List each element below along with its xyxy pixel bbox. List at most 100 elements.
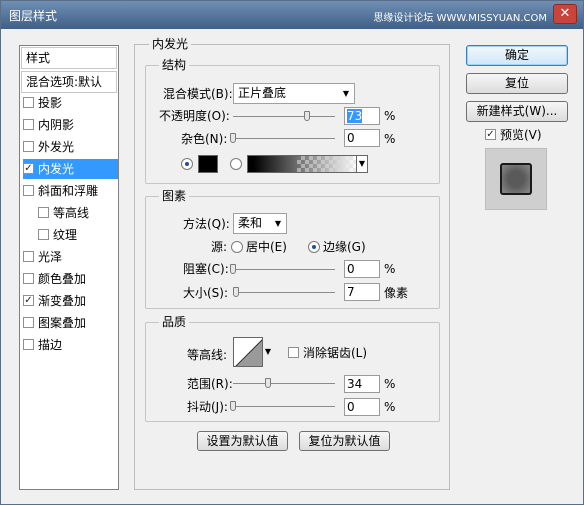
gradient-radio[interactable]	[230, 158, 242, 170]
structure-title: 结构	[159, 58, 190, 72]
style-item-checkbox[interactable]	[23, 141, 34, 152]
size-slider-track[interactable]	[233, 292, 335, 293]
reset-button[interactable]: 复位	[466, 73, 568, 94]
range-input[interactable]: 34	[344, 375, 380, 393]
style-item-4[interactable]: 斜面和浮雕	[23, 181, 118, 201]
anti-aliased-checkbox[interactable]	[288, 347, 299, 358]
style-item-checkbox[interactable]	[23, 97, 34, 108]
style-item-checkbox[interactable]	[23, 339, 34, 350]
glow-gradient-picker[interactable]	[247, 155, 357, 173]
opacity-input[interactable]: 73	[344, 107, 380, 125]
style-item-label: 描边	[38, 338, 63, 352]
jitter-slider-track[interactable]	[233, 406, 335, 407]
source-center-label[interactable]: 居中(E)	[246, 238, 287, 256]
style-list: 样式 混合选项:默认 投影内阴影外发光 ✓ 内发光斜面和浮雕等高线纹理光泽颜色叠加 ✓…	[19, 45, 119, 490]
size-label: 大小(S):	[183, 286, 229, 300]
layer-style-dialog: 图层样式 思缘设计论坛 WWW.MISSYUAN.COM ✕ 样式 混合选项:默…	[0, 0, 584, 505]
preview-checkbox[interactable]: ✓	[485, 129, 496, 140]
ok-button[interactable]: 确定	[466, 45, 568, 66]
style-item-8[interactable]: 颜色叠加	[23, 269, 118, 289]
noise-input[interactable]: 0	[344, 129, 380, 147]
style-item-label: 渐变叠加	[38, 294, 87, 308]
style-item-6[interactable]: 纹理	[38, 225, 118, 245]
chevron-down-icon: ▼	[264, 347, 272, 356]
style-item-label: 光泽	[38, 250, 63, 264]
style-item-label: 内发光	[38, 162, 75, 176]
blend-mode-label: 混合模式(B):	[163, 87, 233, 101]
range-slider-track[interactable]	[233, 383, 335, 384]
close-icon: ✕	[559, 6, 571, 21]
style-item-label: 内阴影	[38, 118, 75, 132]
contour-picker[interactable]	[233, 337, 263, 367]
glow-color-swatch[interactable]	[198, 155, 218, 173]
style-item-checkbox[interactable]: ✓	[23, 163, 34, 174]
blend-mode-value: 正片叠底	[238, 86, 287, 100]
make-default-button[interactable]: 设置为默认值	[197, 431, 288, 451]
choke-slider-track[interactable]	[233, 269, 335, 270]
style-item-9[interactable]: ✓ 渐变叠加	[23, 291, 118, 311]
color-radio[interactable]	[181, 158, 193, 170]
range-slider-thumb[interactable]	[264, 378, 271, 388]
contour-dropdown-button[interactable]: ▼	[263, 337, 273, 367]
style-preview-thumbnail	[485, 148, 547, 210]
technique-select[interactable]: 柔和 ▼	[233, 213, 287, 234]
style-item-checkbox[interactable]	[23, 317, 34, 328]
style-item-7[interactable]: 光泽	[23, 247, 118, 267]
noise-slider-thumb[interactable]	[230, 133, 236, 143]
gradient-dropdown-button[interactable]: ▼	[356, 155, 368, 173]
opacity-label: 不透明度(O):	[159, 109, 230, 123]
blending-options-item[interactable]: 混合选项:默认	[21, 71, 117, 93]
style-item-1[interactable]: 内阴影	[23, 115, 118, 135]
panel-title: 内发光	[149, 37, 192, 51]
new-style-button[interactable]: 新建样式(W)...	[466, 101, 568, 122]
technique-value: 柔和	[238, 216, 263, 230]
style-item-11[interactable]: 描边	[23, 335, 118, 355]
quality-title: 品质	[159, 315, 190, 329]
styles-header[interactable]: 样式	[21, 47, 117, 69]
preview-square	[500, 163, 532, 195]
source-edge-label[interactable]: 边缘(G)	[323, 238, 366, 256]
opacity-slider-track[interactable]	[233, 116, 335, 117]
style-item-3[interactable]: ✓ 内发光	[23, 159, 118, 179]
style-item-checkbox[interactable]	[23, 273, 34, 284]
source-edge-radio[interactable]	[308, 241, 320, 253]
choke-input[interactable]: 0	[344, 260, 380, 278]
choke-slider-thumb[interactable]	[230, 264, 236, 274]
source-label: 源:	[211, 240, 228, 254]
style-item-checkbox[interactable]	[23, 251, 34, 262]
window-title: 图层样式	[9, 9, 58, 23]
style-item-label: 颜色叠加	[38, 272, 87, 286]
opacity-value: 73	[347, 109, 363, 123]
range-label: 范围(R):	[187, 377, 233, 391]
style-item-checkbox[interactable]	[23, 119, 34, 130]
reset-to-default-button[interactable]: 复位为默认值	[299, 431, 390, 451]
contour-label: 等高线:	[187, 348, 228, 362]
opacity-slider-thumb[interactable]	[304, 111, 311, 121]
jitter-label: 抖动(J):	[187, 400, 228, 414]
jitter-input[interactable]: 0	[344, 398, 380, 416]
anti-aliased-label[interactable]: 消除锯齿(L)	[303, 344, 367, 362]
preview-label[interactable]: 预览(V)	[500, 126, 542, 144]
style-item-label: 图案叠加	[38, 316, 87, 330]
title-bar: 图层样式 思缘设计论坛 WWW.MISSYUAN.COM ✕	[1, 1, 583, 29]
style-item-label: 斜面和浮雕	[38, 184, 99, 198]
source-center-radio[interactable]	[231, 241, 243, 253]
style-item-2[interactable]: 外发光	[23, 137, 118, 157]
style-item-label: 投影	[38, 96, 63, 110]
size-unit: 像素	[384, 286, 409, 300]
style-item-checkbox[interactable]: ✓	[23, 295, 34, 306]
blend-mode-select[interactable]: 正片叠底 ▼	[233, 83, 355, 104]
style-item-label: 等高线	[53, 206, 90, 220]
jitter-slider-thumb[interactable]	[230, 401, 236, 411]
style-item-checkbox[interactable]	[23, 185, 34, 196]
size-slider-thumb[interactable]	[232, 287, 239, 297]
style-item-0[interactable]: 投影	[23, 93, 118, 113]
style-item-checkbox[interactable]	[38, 229, 49, 240]
noise-slider-track[interactable]	[233, 138, 335, 139]
size-input[interactable]: 7	[344, 283, 380, 301]
style-item-checkbox[interactable]	[38, 207, 49, 218]
style-item-5[interactable]: 等高线	[38, 203, 118, 223]
close-button[interactable]: ✕	[553, 4, 577, 24]
style-item-10[interactable]: 图案叠加	[23, 313, 118, 333]
opacity-unit: %	[384, 109, 396, 123]
